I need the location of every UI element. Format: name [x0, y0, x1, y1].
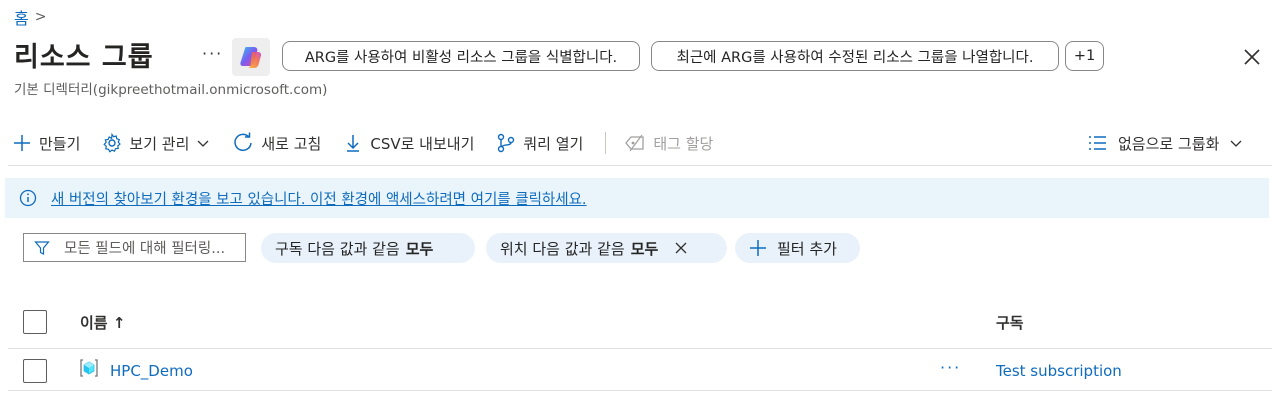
create-label: 만들기: [39, 134, 81, 153]
assign-tags-label: 태그 할당: [653, 134, 714, 153]
refresh-icon: [234, 132, 253, 152]
header-divider: [8, 348, 1272, 349]
close-icon: [1244, 49, 1260, 65]
copilot-button[interactable]: [232, 38, 270, 76]
suggestion-inactive-rg[interactable]: ARG를 사용하여 비활성 리소스 그룹을 식별합니다.: [282, 41, 640, 71]
classic-experience-link[interactable]: 새 버전의 찾아보기 환경을 보고 있습니다. 이전 환경에 액세스하려면 여기…: [51, 188, 587, 209]
gear-icon: [103, 133, 122, 153]
command-bar: 만들기 보기 관리 새로 고침 CSV로 내보내기 쿼리 열기 태그 할당: [12, 128, 735, 158]
plus-icon: [14, 135, 30, 151]
resource-group-icon: [80, 359, 98, 377]
info-banner: 새 버전의 찾아보기 환경을 보고 있습니다. 이전 환경에 액세스하려면 여기…: [5, 178, 1269, 218]
table-row: HPC_Demo ··· Test subscription: [0, 352, 1272, 390]
toolbar-divider-line: [8, 165, 1272, 166]
export-csv-button[interactable]: CSV로 내보내기: [343, 133, 474, 154]
filter-icon: [34, 240, 50, 255]
download-icon: [347, 135, 360, 152]
list-icon: [1089, 136, 1106, 150]
resource-group-link[interactable]: HPC_Demo: [110, 362, 193, 380]
manage-view-label: 보기 관리: [129, 134, 190, 153]
subscription-filter-chip[interactable]: 구독 다음 값과 같음 모두: [261, 233, 475, 263]
remove-filter-icon[interactable]: [674, 241, 688, 255]
add-filter-label: 필터 추가: [777, 239, 837, 258]
subscription-filter-value: 모두: [405, 239, 434, 258]
create-button[interactable]: 만들기: [12, 133, 80, 154]
toolbar-divider: [605, 132, 607, 154]
assign-tags-button[interactable]: 태그 할당: [624, 133, 713, 154]
location-filter-label: 위치 다음 값과 같음: [500, 239, 625, 258]
plus-icon: [750, 240, 766, 256]
breadcrumb-separator: >: [34, 9, 47, 25]
location-filter-chip[interactable]: 위치 다음 값과 같음 모두: [486, 233, 727, 263]
location-filter-value: 모두: [630, 239, 659, 258]
column-header-name[interactable]: 이름 ↑: [80, 312, 125, 333]
directory-subtitle: 기본 디렉터리(gikpreethotmail.onmicrosoft.com): [14, 82, 328, 98]
info-icon: [19, 189, 37, 207]
subscription-link[interactable]: Test subscription: [996, 362, 1122, 380]
page-title: 리소스 그룹: [14, 42, 154, 73]
suggestion-recent-rg[interactable]: 최근에 ARG를 사용하여 수정된 리소스 그룹을 나열합니다.: [651, 41, 1059, 71]
open-query-button[interactable]: 쿼리 열기: [496, 133, 583, 154]
export-csv-label: CSV로 내보내기: [370, 134, 475, 153]
filter-input[interactable]: 모든 필드에 대해 필터링...: [23, 233, 246, 262]
suggestion-more[interactable]: +1: [1065, 41, 1104, 71]
row-more-button[interactable]: ···: [940, 358, 961, 377]
chevron-down-icon: [197, 140, 209, 147]
query-icon: [498, 133, 515, 153]
row-checkbox[interactable]: [23, 359, 47, 383]
chevron-down-icon: [1230, 140, 1242, 147]
subscription-filter-label: 구독 다음 값과 같음: [275, 239, 400, 258]
row-divider: [8, 390, 1272, 391]
select-all-checkbox[interactable]: [23, 310, 47, 334]
open-query-label: 쿼리 열기: [523, 134, 584, 153]
group-by-label: 없음으로 그룹화: [1118, 134, 1220, 153]
more-actions-button[interactable]: ···: [202, 44, 223, 63]
add-filter-button[interactable]: 필터 추가: [735, 233, 860, 263]
tag-icon: [625, 134, 644, 152]
refresh-label: 새로 고침: [261, 134, 322, 153]
manage-view-button[interactable]: 보기 관리: [102, 133, 210, 154]
close-button[interactable]: [1241, 46, 1263, 68]
refresh-button[interactable]: 새로 고침: [232, 132, 321, 154]
copilot-icon: [240, 47, 262, 68]
column-header-subscription[interactable]: 구독: [996, 312, 1024, 333]
breadcrumb-home-link[interactable]: 홈: [14, 5, 29, 29]
group-by-dropdown[interactable]: 없음으로 그룹화: [1088, 128, 1243, 158]
breadcrumb: 홈 >: [14, 5, 46, 29]
filter-placeholder: 모든 필드에 대해 필터링...: [64, 241, 226, 257]
